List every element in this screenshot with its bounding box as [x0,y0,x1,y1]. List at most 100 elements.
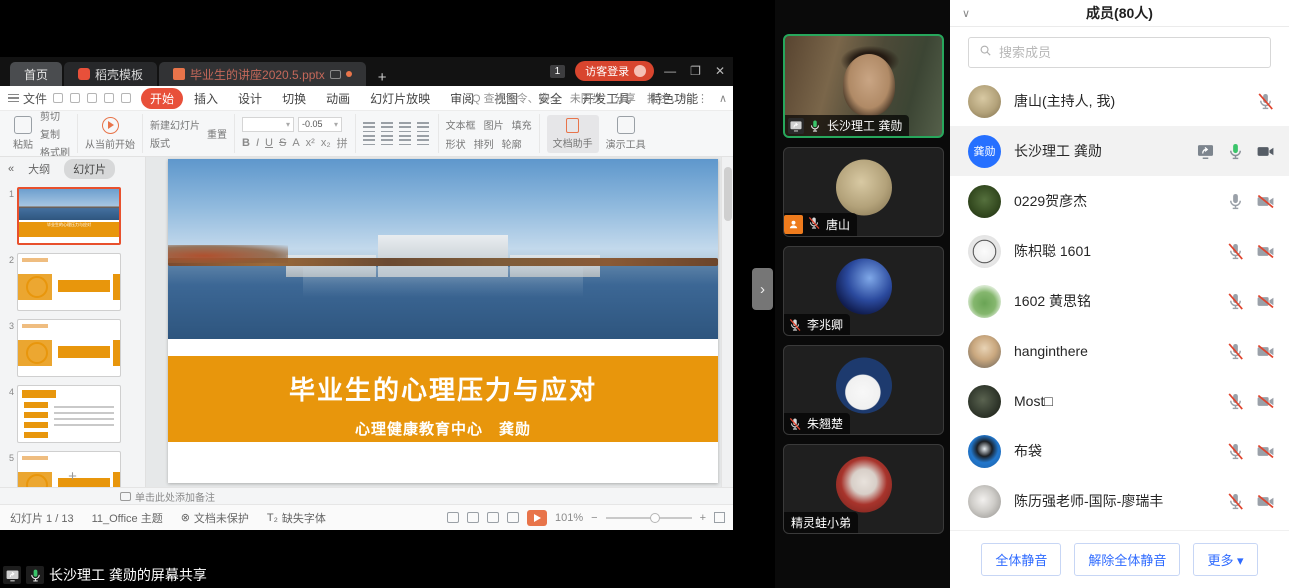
slide-canvas[interactable]: 毕业生的心理压力与应对 心理健康教育中心 龚勋 [146,157,733,487]
add-slide-button[interactable]: + [0,468,145,485]
search-command[interactable]: Q 查找命令、搜... [472,90,559,106]
picture-button[interactable]: 图片 [484,117,504,132]
normal-view-button[interactable] [447,512,459,523]
menu-tab-设计[interactable]: 设计 [229,88,271,109]
slide-thumbnail-card[interactable] [17,253,121,311]
textbox-button[interactable]: 文本框 [446,117,476,132]
panel-expand-handle[interactable]: › [752,268,773,310]
protect-status[interactable]: ⊗文档未保护 [181,510,249,526]
outline-tab[interactable]: 大纲 [28,161,50,177]
video-tile[interactable]: 长沙理工 龚勋 [783,34,944,138]
help-button[interactable]: ? [680,92,686,104]
collapse-members-button[interactable]: ∨ [962,7,970,20]
slide-thumbnail-card[interactable] [17,319,121,377]
mic-muted-icon[interactable] [1226,492,1245,511]
camera-off-icon[interactable] [1256,342,1275,361]
notes-view-button[interactable] [507,512,519,523]
font-color-button[interactable]: A [292,137,299,149]
member-search-input[interactable] [999,45,1261,60]
mic-muted-icon[interactable] [787,317,803,333]
arrange-button[interactable]: 排列 [474,136,494,151]
outline-button[interactable]: 轮廓 [502,136,522,151]
bold-button[interactable]: B [242,137,250,149]
member-row[interactable]: 陈枳聪 1601 [950,226,1289,276]
mic-muted-icon[interactable] [1226,442,1245,461]
present-tools-button[interactable]: 演示工具 [606,116,646,151]
italic-button[interactable]: I [256,137,259,149]
camera-on-icon[interactable] [1256,142,1275,161]
notes-bar[interactable]: 单击此处添加备注 [0,487,733,504]
align-left-button[interactable] [363,135,375,145]
theme-name[interactable]: 11_Office 主题 [92,510,163,526]
collapse-panel-button[interactable]: « [8,163,14,175]
slide-thumbnail[interactable]: 4 [4,385,139,443]
indent-increase-button[interactable] [417,122,429,132]
justify-button[interactable] [417,135,429,145]
zoom-in-button[interactable]: + [700,512,706,524]
more-button[interactable]: 更多 ▾ [1193,543,1257,576]
char-spacing-combo[interactable]: -0.05▾ [298,117,342,132]
tab-home[interactable]: 首页 [10,62,62,86]
mute-all-button[interactable]: 全体静音 [981,543,1061,576]
preview-icon[interactable] [87,93,97,103]
member-row[interactable]: 布袋 [950,426,1289,476]
align-right-button[interactable] [399,135,411,145]
underline-button[interactable]: U [265,137,273,149]
camera-off-icon[interactable] [1256,492,1275,511]
camera-off-icon[interactable] [1256,242,1275,261]
canvas-scrollbar[interactable] [721,157,733,487]
camera-off-icon[interactable] [1256,292,1275,311]
member-row[interactable]: 龚勋 长沙理工 龚勋 [950,126,1289,176]
menu-tab-插入[interactable]: 插入 [185,88,227,109]
member-row[interactable]: Most□ [950,376,1289,426]
menu-tab-开始[interactable]: 开始 [141,88,183,109]
video-tile[interactable]: 李兆卿 [783,246,944,336]
mic-on-icon[interactable] [807,118,823,134]
mic-muted-icon[interactable] [1226,392,1245,411]
pinyin-button[interactable]: 拼 [337,135,348,151]
share-button[interactable]: 分享 [614,90,636,106]
strikethrough-button[interactable]: S [279,137,286,149]
reset-button[interactable]: 重置 [207,126,227,141]
sync-status[interactable]: 未同步 [570,90,603,106]
member-row[interactable]: 0229贺彦杰 [950,176,1289,226]
slide-thumbnail-card[interactable]: 毕业生的心理压力与应对 [17,187,121,245]
superscript-button[interactable]: x² [306,137,315,149]
comment-button[interactable]: 批注 [647,90,669,106]
shape-button[interactable]: 形状 [446,136,466,151]
paste-button[interactable]: 粘贴 [13,116,33,151]
screen-share-icon[interactable] [1196,142,1215,161]
video-tile[interactable]: 唐山 [783,147,944,237]
close-button[interactable]: ✕ [715,64,727,78]
format-painter-button[interactable]: 格式刷 [40,144,70,157]
menu-tab-幻灯片放映[interactable]: 幻灯片放映 [361,88,439,109]
member-row[interactable]: 1602 黄思铭 [950,276,1289,326]
scrollbar-thumb[interactable] [724,167,732,221]
save-icon[interactable] [53,93,63,103]
mic-muted-icon[interactable] [787,416,803,432]
menu-tab-动画[interactable]: 动画 [317,88,359,109]
mic-muted-icon[interactable] [1226,292,1245,311]
video-tile[interactable]: 精灵蛙小弟 [783,444,944,534]
redo-icon[interactable] [121,93,131,103]
bullet-list-button[interactable] [363,122,375,132]
undo-icon[interactable] [104,93,114,103]
reading-view-button[interactable] [487,512,499,523]
unmute-all-button[interactable]: 解除全体静音 [1074,543,1180,576]
zoom-slider[interactable] [606,517,692,519]
slide[interactable]: 毕业生的心理压力与应对 心理健康教育中心 龚勋 [168,159,718,483]
host-badge-icon[interactable] [784,215,803,234]
quick-access-toolbar[interactable] [53,93,131,103]
mic-muted-icon[interactable] [806,215,822,231]
font-name-combo[interactable]: ▾ [242,117,294,132]
mic-muted-icon[interactable] [1256,92,1275,111]
zoom-percent[interactable]: 101% [555,512,583,524]
new-slide-button[interactable]: 新建幻灯片 [150,117,200,132]
notes-placeholder[interactable]: 单击此处添加备注 [135,489,215,504]
missing-font-status[interactable]: T₂缺失字体 [267,510,326,526]
indent-decrease-button[interactable] [399,122,411,132]
slides-tab[interactable]: 幻灯片 [64,159,115,179]
file-menu[interactable]: 文件 [8,90,47,107]
member-search-box[interactable] [968,37,1271,68]
zoom-slider-knob[interactable] [650,513,660,523]
